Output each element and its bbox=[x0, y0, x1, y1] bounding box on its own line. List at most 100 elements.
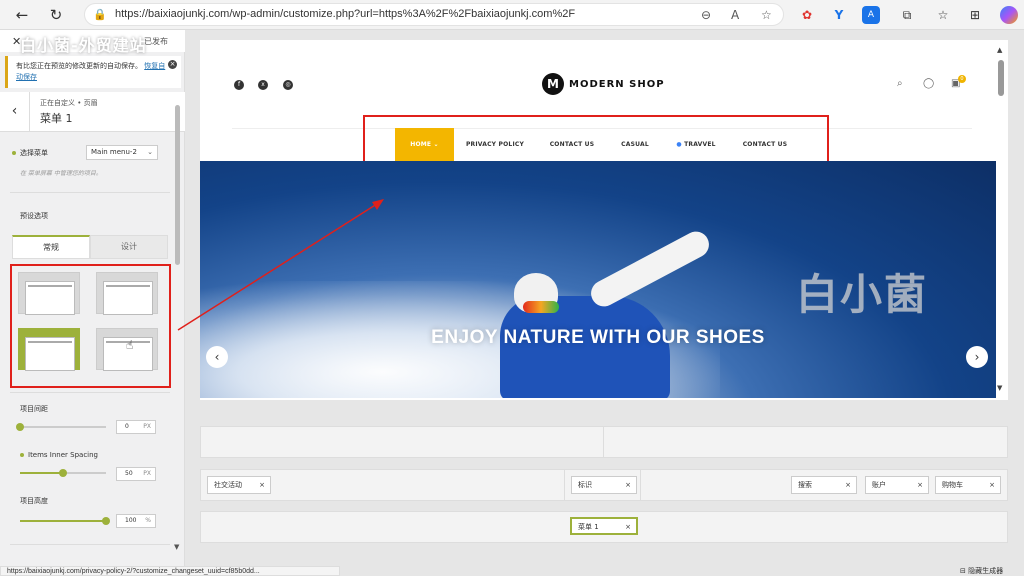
scroll-up-icon[interactable]: ▲ bbox=[997, 46, 1002, 54]
facebook-icon[interactable]: f bbox=[234, 80, 244, 90]
remove-icon[interactable]: × bbox=[989, 477, 995, 493]
item-height-slider[interactable] bbox=[20, 516, 110, 526]
select-menu-label: 选择菜单 bbox=[12, 148, 48, 158]
item-height-value: 100 bbox=[125, 517, 137, 524]
favorites-icon[interactable]: ☆ bbox=[934, 6, 952, 24]
copilot-icon[interactable] bbox=[1000, 6, 1018, 24]
slider-prev-button[interactable]: ‹ bbox=[206, 346, 228, 368]
notice-text: 有比您正在预览的修改更新的自动保存。 恢复自动保存 bbox=[16, 61, 166, 83]
builder-chip-cart[interactable]: 购物车 × bbox=[935, 476, 1001, 494]
tab-design[interactable]: 设计 bbox=[90, 235, 168, 259]
hero-watermark: 白小菌 bbox=[796, 270, 929, 319]
browser-window: ← ↻ 🔒 https://baixiaojunkj.com/wp-admin/… bbox=[0, 0, 1024, 576]
extension-y-icon[interactable]: Y bbox=[830, 6, 848, 24]
cart-count-badge: 0 bbox=[958, 75, 966, 83]
slider-knob[interactable] bbox=[102, 517, 110, 525]
address-bar[interactable]: 🔒 https://baixiaojunkj.com/wp-admin/cust… bbox=[84, 3, 784, 26]
chip-label: 菜单 1 bbox=[578, 523, 599, 531]
read-aloud-icon[interactable]: A bbox=[731, 8, 739, 22]
menu-select[interactable]: Main menu-2 ⌄ bbox=[86, 145, 158, 160]
skier-goggles bbox=[523, 301, 559, 313]
site-logo-icon[interactable]: M bbox=[542, 73, 564, 95]
builder-chip-menu-1[interactable]: 菜单 1 × bbox=[570, 517, 638, 535]
hide-controls-label: 隐藏生成器 bbox=[968, 567, 1004, 575]
builder-row-top bbox=[200, 426, 1008, 458]
hide-controls-button[interactable]: ⊟ 隐藏生成器 bbox=[960, 566, 1003, 576]
item-height-input[interactable]: 100 % bbox=[116, 514, 156, 528]
hero-title: ENJOY NATURE WITH OUR SHOES bbox=[431, 327, 765, 348]
builder-chip-logo[interactable]: 标识 × bbox=[571, 476, 637, 494]
item-height-unit: % bbox=[145, 517, 151, 524]
select-menu-label-text: 选择菜单 bbox=[20, 149, 48, 157]
browser-toolbar: ← ↻ 🔒 https://baixiaojunkj.com/wp-admin/… bbox=[0, 0, 1024, 30]
slider-knob[interactable] bbox=[16, 423, 24, 431]
builder-chip-search[interactable]: 搜索 × bbox=[791, 476, 857, 494]
back-chevron-icon[interactable]: ‹ bbox=[0, 92, 30, 132]
builder-cell[interactable] bbox=[201, 427, 604, 457]
breadcrumb: 正在自定义 • 页眉 bbox=[40, 99, 98, 107]
hide-icon: ⊟ bbox=[960, 567, 966, 575]
remove-icon[interactable]: × bbox=[625, 519, 631, 535]
sidebar-scrollbar[interactable] bbox=[175, 105, 180, 265]
preset-label: 预设选项 bbox=[20, 212, 48, 220]
preview-scrollbar[interactable] bbox=[998, 60, 1004, 96]
scroll-down-icon[interactable]: ▼ bbox=[174, 543, 179, 551]
inner-spacing-input[interactable]: 50 PX bbox=[116, 467, 156, 481]
inner-spacing-slider[interactable] bbox=[20, 468, 110, 478]
inner-spacing-label: Items Inner Spacing bbox=[20, 451, 98, 459]
section-title: 菜单 1 bbox=[40, 112, 73, 125]
builder-row-bottom: 菜单 1 × bbox=[200, 511, 1008, 543]
select-menu-hint: 在 菜单屏幕 中管理您的项目。 bbox=[20, 170, 102, 177]
slider-track bbox=[20, 426, 106, 428]
item-height-label: 项目高度 bbox=[20, 497, 48, 505]
lock-icon: 🔒 bbox=[93, 8, 107, 21]
item-spacing-slider[interactable] bbox=[16, 422, 110, 432]
slider-fill bbox=[20, 520, 106, 522]
divider bbox=[10, 392, 170, 393]
inner-spacing-unit: PX bbox=[143, 470, 151, 477]
slider-knob[interactable] bbox=[59, 469, 67, 477]
remove-icon[interactable]: × bbox=[625, 477, 631, 493]
tab-general[interactable]: 常规 bbox=[12, 235, 90, 259]
remove-icon[interactable]: × bbox=[259, 477, 265, 493]
refresh-icon[interactable]: ↻ bbox=[46, 5, 66, 25]
builder-chip-social[interactable]: 社交活动 × bbox=[207, 476, 271, 494]
back-arrow-icon[interactable]: ← bbox=[12, 5, 32, 25]
section-header: ‹ 正在自定义 • 页眉 菜单 1 bbox=[0, 92, 185, 132]
extensions-puzzle-icon[interactable]: ⧉ bbox=[898, 6, 916, 24]
item-spacing-unit: PX bbox=[143, 423, 151, 430]
hero-slider: 白小菌 ENJOY NATURE WITH OUR SHOES ‹ › bbox=[200, 161, 996, 398]
slider-fill bbox=[20, 472, 63, 474]
favorite-star-icon[interactable]: ☆ bbox=[761, 8, 772, 22]
item-spacing-label: 项目间距 bbox=[20, 405, 48, 413]
extension-translate-icon[interactable]: A bbox=[862, 6, 880, 24]
instagram-icon[interactable]: ◎ bbox=[283, 80, 293, 90]
chip-label: 搜索 bbox=[798, 481, 812, 489]
builder-chip-account[interactable]: 账户 × bbox=[865, 476, 929, 494]
notice-message: 有比您正在预览的修改更新的自动保存。 bbox=[16, 62, 142, 70]
address-url[interactable]: https://baixiaojunkj.com/wp-admin/custom… bbox=[115, 8, 575, 20]
scroll-down-icon[interactable]: ▼ bbox=[997, 384, 1002, 392]
remove-icon[interactable]: × bbox=[845, 477, 851, 493]
item-spacing-value: 0 bbox=[125, 423, 129, 430]
account-icon[interactable]: ◯ bbox=[923, 78, 934, 89]
chip-label: 标识 bbox=[578, 481, 592, 489]
collections-icon[interactable]: ⊞ bbox=[966, 6, 984, 24]
chip-label: 账户 bbox=[872, 481, 886, 489]
site-title[interactable]: MODERN SHOP bbox=[569, 79, 665, 90]
slider-next-button[interactable]: › bbox=[966, 346, 988, 368]
chip-label: 购物车 bbox=[942, 481, 963, 489]
item-spacing-input[interactable]: 0 PX bbox=[116, 420, 156, 434]
chevron-down-icon: ⌄ bbox=[147, 148, 153, 156]
zoom-icon[interactable]: ⊖ bbox=[701, 8, 711, 22]
status-bar-link: https://baixiaojunkj.com/privacy-policy-… bbox=[0, 566, 340, 576]
search-icon[interactable]: ⌕ bbox=[897, 78, 903, 89]
builder-row-main: 社交活动 × 标识 × 搜索 × 账户 × 购物车 × bbox=[200, 469, 1008, 501]
inner-spacing-value: 50 bbox=[125, 470, 133, 477]
dismiss-notice-icon[interactable]: × bbox=[168, 60, 177, 69]
remove-icon[interactable]: × bbox=[917, 477, 923, 493]
x-twitter-icon[interactable]: x bbox=[258, 80, 268, 90]
extension-flower-icon[interactable]: ✿ bbox=[798, 6, 816, 24]
autosave-notice: 有比您正在预览的修改更新的自动保存。 恢复自动保存 × bbox=[5, 56, 181, 88]
watermark-text: 白小菌-外贸建站 bbox=[20, 36, 147, 55]
